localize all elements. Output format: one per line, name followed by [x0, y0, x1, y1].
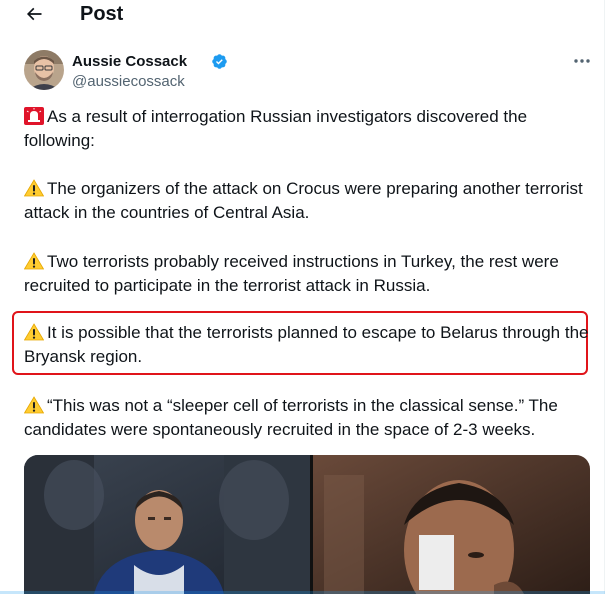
- page-title: Post: [80, 3, 124, 25]
- warning-icon: [23, 323, 45, 341]
- back-arrow-icon: [26, 7, 42, 21]
- tweet-paragraph: “This was not a “sleeper cell of terrori…: [23, 396, 558, 439]
- warning-icon: [23, 179, 45, 197]
- author-row: Aussie Cossack @aussiecossack: [24, 50, 594, 94]
- verified-badge-icon: [211, 53, 228, 70]
- media-photo-image: [24, 455, 590, 594]
- more-dots-icon: [574, 59, 590, 63]
- siren-icon: [24, 107, 44, 125]
- post-page: Post Aussie Cossack @aussiecossack As a …: [0, 0, 605, 594]
- tweet-media[interactable]: [24, 455, 590, 594]
- more-options-button[interactable]: [570, 52, 594, 70]
- author-handle[interactable]: @aussiecossack: [72, 72, 185, 91]
- tweet-paragraph-highlighted: It is possible that the terrorists plann…: [23, 323, 589, 366]
- tweet-paragraph: As a result of interrogation Russian inv…: [24, 107, 528, 150]
- post-header: Post: [0, 0, 604, 30]
- tweet-paragraph: The organizers of the attack on Crocus w…: [23, 179, 583, 222]
- tweet-paragraph: Two terrorists probably received instruc…: [23, 252, 559, 295]
- warning-icon: [23, 252, 45, 270]
- avatar-image: [24, 50, 64, 90]
- back-button[interactable]: [20, 1, 48, 27]
- avatar[interactable]: [24, 50, 64, 90]
- author-name[interactable]: Aussie Cossack: [72, 52, 187, 71]
- warning-icon: [23, 396, 45, 414]
